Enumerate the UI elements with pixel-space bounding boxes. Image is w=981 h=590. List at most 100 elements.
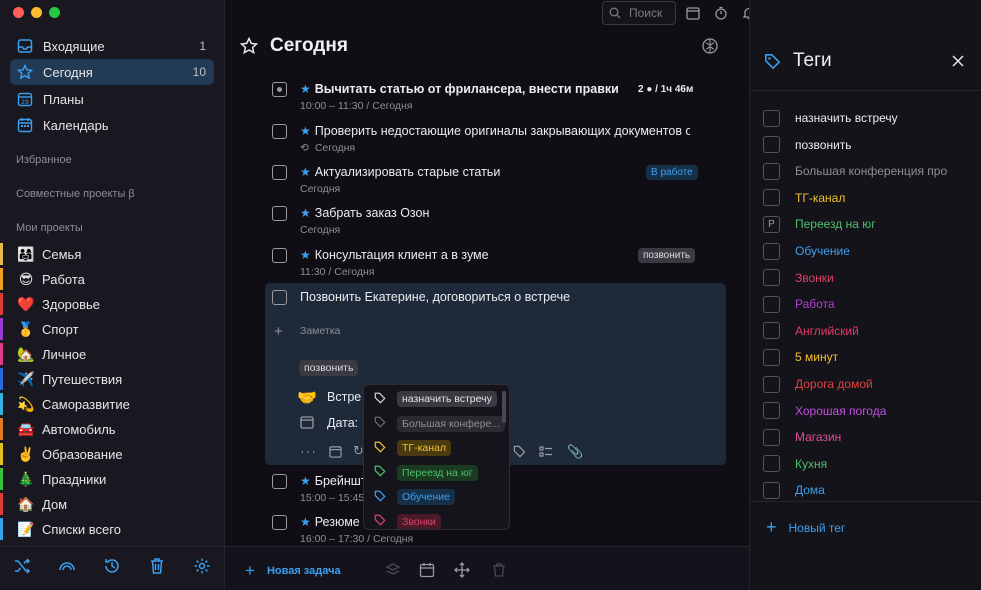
- layers-icon[interactable]: [385, 562, 401, 583]
- task-checkbox[interactable]: [272, 290, 287, 305]
- task-checkbox[interactable]: [272, 515, 287, 530]
- dropdown-tag-option[interactable]: Переезд на юг: [374, 464, 478, 481]
- tag-row[interactable]: Дорога домой: [763, 375, 963, 393]
- tag-checkbox[interactable]: [763, 269, 780, 287]
- tag-row[interactable]: Кухня: [763, 455, 963, 473]
- tag-button-icon[interactable]: [513, 445, 526, 463]
- zoom-window-button[interactable]: [49, 7, 60, 18]
- project-item[interactable]: 😎 Работа: [0, 267, 224, 291]
- project-item[interactable]: 🥇 Спорт: [0, 317, 224, 341]
- project-item[interactable]: 🏠 Дом: [0, 492, 224, 516]
- project-item[interactable]: ✌️ Образование: [0, 442, 224, 466]
- timer-icon[interactable]: [709, 2, 733, 24]
- tag-badge[interactable]: позвонить: [638, 248, 696, 263]
- tag-row[interactable]: ТГ-канал: [763, 189, 963, 207]
- checklist-item[interactable]: Встре: [327, 390, 361, 404]
- shared-projects-label[interactable]: Совместные проекты β: [16, 188, 135, 200]
- tag-checkbox[interactable]: [763, 375, 780, 393]
- tag-row[interactable]: 5 минут: [763, 348, 963, 366]
- tag-chip[interactable]: позвонить: [299, 360, 359, 376]
- dropdown-tag-option[interactable]: назначить встречу: [374, 391, 497, 407]
- calendar-toolbar-icon[interactable]: [681, 2, 705, 24]
- settings-gear-icon[interactable]: [193, 557, 211, 580]
- calendar-move-icon[interactable]: [419, 562, 435, 583]
- tag-checkbox[interactable]: [763, 402, 780, 420]
- project-item[interactable]: 💫 Саморазвитие: [0, 392, 224, 416]
- tag-row[interactable]: назначить встречу: [763, 109, 963, 127]
- checklist-button-icon[interactable]: [539, 445, 553, 463]
- rainbow-icon[interactable]: [58, 557, 76, 580]
- tag-row[interactable]: Магазин: [763, 428, 963, 446]
- delete-icon[interactable]: [491, 562, 507, 583]
- tag-row[interactable]: Звонки: [763, 269, 963, 287]
- tag-checkbox[interactable]: [763, 428, 780, 446]
- task-checkbox[interactable]: [272, 124, 287, 139]
- dropdown-scrollbar[interactable]: [502, 391, 506, 423]
- tag-checkbox[interactable]: [763, 162, 780, 180]
- project-item[interactable]: ❤️ Здоровье: [0, 292, 224, 316]
- note-input[interactable]: Заметка: [300, 325, 340, 337]
- tag-checkbox[interactable]: P: [763, 215, 780, 233]
- close-window-button[interactable]: [13, 7, 24, 18]
- dropdown-tag-option[interactable]: Обучение: [374, 489, 456, 505]
- search-input[interactable]: Поиск: [602, 1, 676, 25]
- project-item[interactable]: 🏡 Личное: [0, 342, 224, 366]
- shuffle-icon[interactable]: [13, 557, 31, 580]
- tag-row[interactable]: Хорошая погода: [763, 402, 963, 420]
- repeat-icon: ⟲: [300, 142, 309, 154]
- dropdown-tag-label: Большая конфере...: [397, 415, 506, 432]
- move-arrows-icon[interactable]: [454, 562, 470, 583]
- tag-row[interactable]: Обучение: [763, 242, 963, 260]
- tag-row[interactable]: Дома: [763, 481, 963, 499]
- tag-checkbox[interactable]: [763, 189, 780, 207]
- task-checkbox[interactable]: [272, 474, 287, 489]
- project-label: Семья: [42, 246, 82, 262]
- project-item[interactable]: 👨‍👩‍👧 Семья: [0, 242, 224, 266]
- history-icon[interactable]: [103, 557, 121, 580]
- tag-row[interactable]: Большая конференция про: [763, 162, 963, 180]
- star-icon: ★: [300, 515, 311, 529]
- task-checkbox[interactable]: [272, 165, 287, 180]
- dropdown-tag-option[interactable]: ТГ-канал: [374, 440, 452, 456]
- project-item[interactable]: ✈️ Путешествия: [0, 367, 224, 391]
- tag-checkbox[interactable]: [763, 136, 780, 154]
- tag-checkbox[interactable]: [763, 109, 780, 127]
- dropdown-tag-option[interactable]: Большая конфере...: [374, 415, 506, 432]
- tag-checkbox[interactable]: [763, 481, 780, 499]
- dropdown-tag-option[interactable]: Звонки: [374, 513, 441, 529]
- task-checkbox[interactable]: [272, 248, 287, 263]
- tag-checkbox[interactable]: [763, 348, 780, 366]
- tag-checkbox[interactable]: [763, 295, 780, 313]
- project-item[interactable]: 📝 Списки всего: [0, 517, 224, 541]
- new-task-button[interactable]: + Новая задача: [245, 561, 341, 581]
- brain-icon[interactable]: [701, 37, 719, 60]
- status-badge[interactable]: В работе: [646, 165, 698, 180]
- trash-icon[interactable]: [148, 557, 166, 580]
- project-item[interactable]: 🚘 Автомобиль: [0, 417, 224, 441]
- nav-plans[interactable]: 29 Планы: [10, 86, 214, 112]
- tag-row[interactable]: P Переезд на юг: [763, 215, 963, 233]
- tag-row[interactable]: позвонить: [763, 136, 963, 154]
- project-color-bar: [0, 293, 3, 315]
- tag-checkbox[interactable]: [763, 322, 780, 340]
- nav-calendar[interactable]: Календарь: [10, 112, 214, 138]
- task-title-input[interactable]: Позвонить Екатерине, договориться о встр…: [300, 290, 570, 304]
- tag-row[interactable]: Работа: [763, 295, 963, 313]
- close-icon[interactable]: [951, 54, 965, 73]
- add-subtask-icon[interactable]: +: [274, 323, 283, 340]
- task-checkbox[interactable]: [272, 206, 287, 221]
- tag-checkbox[interactable]: [763, 455, 780, 473]
- date-button-icon[interactable]: [329, 445, 342, 463]
- nav-inbox[interactable]: Входящие 1: [10, 33, 214, 59]
- nav-today[interactable]: Сегодня 10: [10, 59, 214, 85]
- tag-checkbox[interactable]: [763, 242, 780, 260]
- tag-row[interactable]: Английский: [763, 322, 963, 340]
- star-outline-icon[interactable]: [240, 37, 258, 55]
- attachment-icon[interactable]: 📎: [567, 444, 583, 460]
- task-checkbox[interactable]: [272, 82, 287, 97]
- new-tag-button[interactable]: + Новый тег: [766, 517, 845, 538]
- project-item[interactable]: 🎄 Праздники: [0, 467, 224, 491]
- minimize-window-button[interactable]: [31, 7, 42, 18]
- more-icon[interactable]: ···: [300, 443, 317, 459]
- tag-icon: [374, 514, 388, 529]
